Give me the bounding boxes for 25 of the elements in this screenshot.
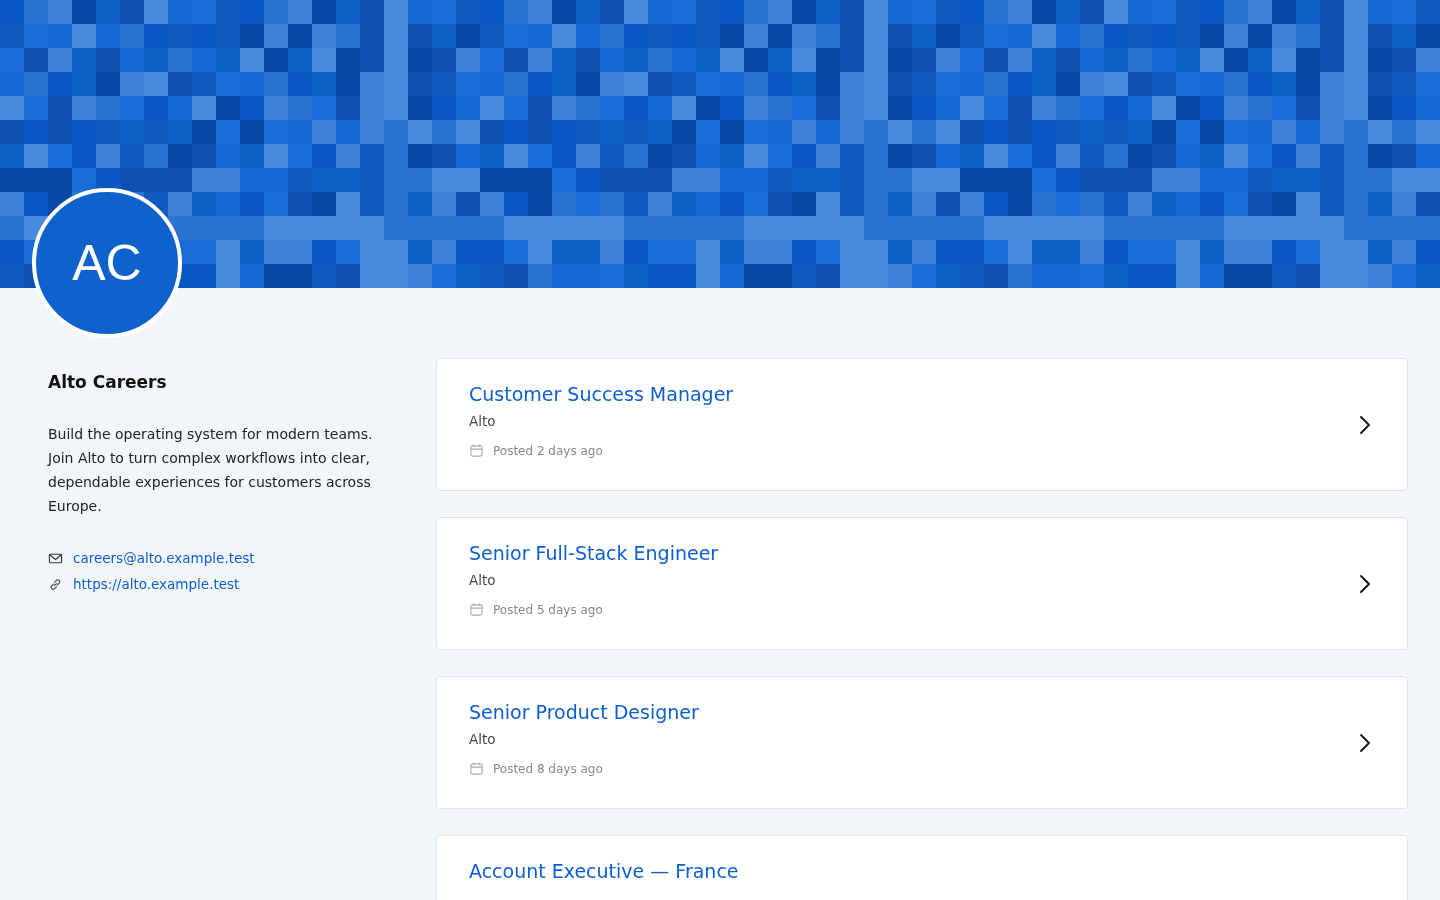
calendar-icon xyxy=(469,443,484,458)
company-label: Alto xyxy=(469,731,497,747)
company-label: Alto xyxy=(469,413,497,429)
job-title[interactable]: Senior Full-Stack Engineer xyxy=(469,542,719,564)
posted-date: Posted 5 days ago xyxy=(493,602,603,617)
posted-date: Posted 2 days ago xyxy=(493,443,603,458)
job-title[interactable]: Senior Product Designer xyxy=(469,701,699,723)
link-icon xyxy=(48,576,63,592)
company-label: Alto xyxy=(469,572,497,588)
calendar-icon xyxy=(469,602,484,617)
email-link[interactable]: careers@alto.example.test xyxy=(73,550,255,566)
job-title[interactable]: Account Executive — France xyxy=(469,860,739,882)
job-card[interactable]: Senior Full-Stack Engineer Alto Posted 5 days ago xyxy=(436,517,1408,650)
job-card[interactable]: Senior Product Designer Alto Posted 8 days ago xyxy=(436,676,1408,809)
calendar-icon xyxy=(469,761,484,776)
chevron-right-icon xyxy=(1359,414,1371,435)
posted-date: Posted 8 days ago xyxy=(493,761,603,776)
company-name: Alto Careers xyxy=(48,372,168,392)
job-card[interactable]: Account Executive — France xyxy=(436,835,1408,900)
job-card[interactable]: Customer Success Manager Alto Posted 2 days ago xyxy=(436,358,1408,491)
chevron-right-icon xyxy=(1359,732,1371,753)
website-link[interactable]: https://alto.example.test xyxy=(73,576,240,592)
company-description: Build the operating system for modern teams. Join Alto to turn complex workflows into clear, dependable experiences for customers across Europe. xyxy=(48,425,374,516)
job-title[interactable]: Customer Success Manager xyxy=(469,383,734,405)
chevron-right-icon xyxy=(1359,573,1371,594)
